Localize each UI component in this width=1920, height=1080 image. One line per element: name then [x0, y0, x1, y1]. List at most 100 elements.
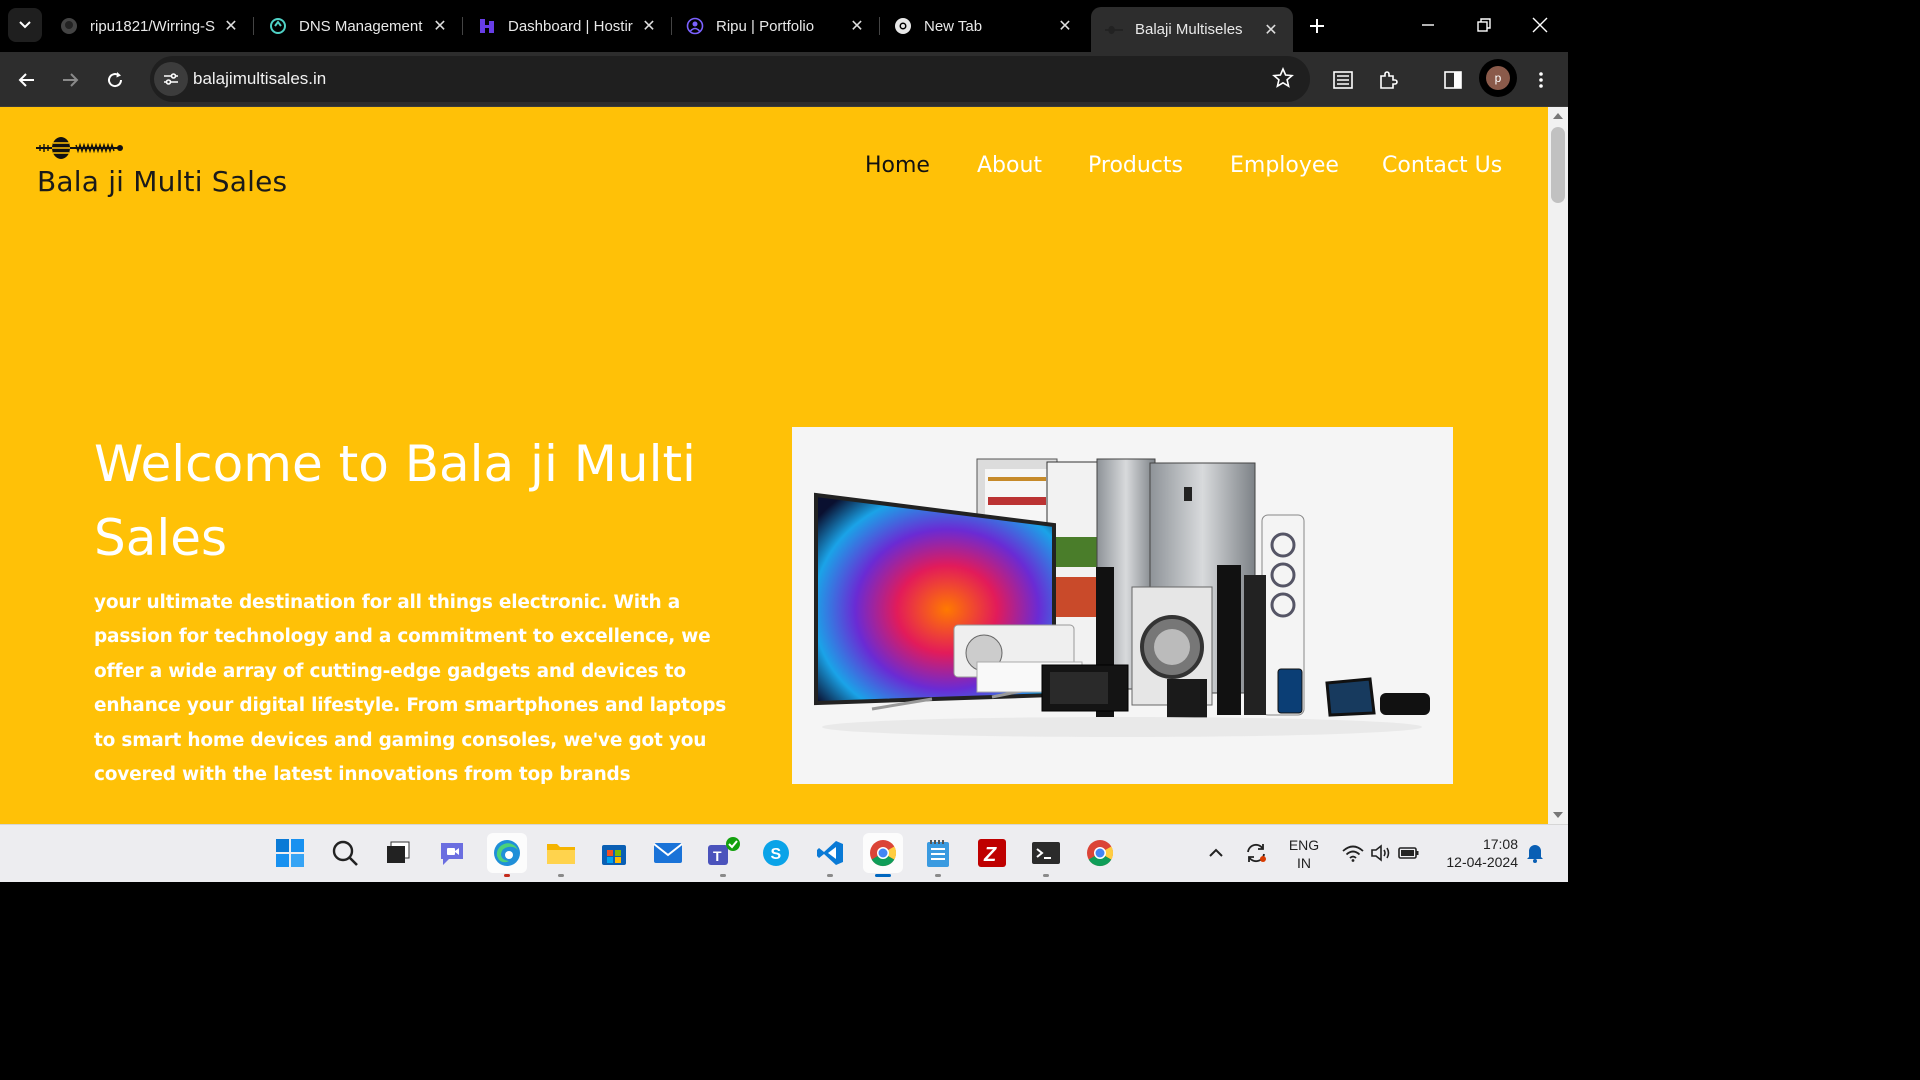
nav-products[interactable]: Products — [1088, 153, 1183, 178]
tab-new-tab[interactable]: New Tab ✕ — [880, 7, 1087, 45]
site-info-icon[interactable] — [154, 62, 188, 96]
volume-icon — [1371, 844, 1390, 862]
close-tab-icon[interactable]: ✕ — [430, 16, 450, 36]
more-vertical-icon — [1539, 72, 1543, 88]
store-icon — [602, 845, 626, 865]
taskbar-mail[interactable] — [648, 833, 688, 873]
nav-contact-us[interactable]: Contact Us — [1382, 153, 1502, 178]
github-icon — [60, 17, 78, 35]
running-indicator — [935, 874, 941, 877]
close-tab-icon[interactable]: ✕ — [1261, 20, 1281, 40]
close-tab-icon[interactable]: ✕ — [221, 16, 241, 36]
hostinger-icon — [478, 17, 496, 35]
battery-icon — [1398, 847, 1419, 859]
clock[interactable]: 17:08 12-04-2024 — [1436, 835, 1518, 871]
forward-button[interactable] — [53, 63, 87, 97]
site-logo[interactable] — [36, 134, 124, 162]
reload-icon — [108, 72, 123, 88]
extensions-button[interactable] — [1371, 63, 1405, 97]
running-indicator — [504, 874, 510, 877]
notepad-icon — [927, 840, 949, 867]
tab-github[interactable]: ripu1821/Wirring-S ✕ — [46, 7, 254, 45]
notifications-button[interactable] — [1520, 833, 1550, 873]
taskbar-search[interactable] — [325, 833, 365, 873]
tab-search-button[interactable] — [8, 8, 42, 42]
taskbar-chrome-alt[interactable] — [1080, 833, 1120, 873]
taskbar-skype[interactable]: S — [756, 833, 796, 873]
windows-start-icon — [276, 839, 304, 867]
taskbar-vscode[interactable] — [810, 833, 850, 877]
svg-text:Z: Z — [983, 844, 997, 866]
taskbar-store[interactable] — [594, 833, 634, 873]
nav-about[interactable]: About — [977, 153, 1042, 178]
back-button[interactable] — [10, 63, 44, 97]
portfolio-icon — [686, 17, 704, 35]
browser-menu-button[interactable] — [1524, 63, 1558, 97]
taskbar-notepad[interactable] — [918, 833, 958, 877]
reading-mode-button[interactable] — [1326, 63, 1360, 97]
task-view-icon — [387, 841, 410, 863]
tab-dashboard[interactable]: Dashboard | Hostir ✕ — [464, 7, 672, 45]
close-window-button[interactable] — [1512, 0, 1568, 50]
file-explorer-icon — [547, 844, 575, 864]
search-icon — [332, 840, 358, 866]
nav-home[interactable]: Home — [865, 153, 930, 178]
plus-icon — [1310, 19, 1324, 33]
scrollbar-thumb[interactable] — [1551, 127, 1565, 203]
close-tab-icon[interactable]: ✕ — [639, 16, 659, 36]
taskbar-edge[interactable] — [487, 833, 527, 877]
restore-button[interactable] — [1456, 0, 1512, 50]
taskbar-chat[interactable] — [432, 833, 472, 873]
address-bar[interactable]: balajimultisales.in — [150, 56, 1310, 102]
profile-initial: p — [1486, 66, 1510, 90]
bookmark-star-icon[interactable] — [1272, 66, 1294, 94]
scroll-down-icon[interactable] — [1553, 812, 1563, 818]
taskbar-teams[interactable]: T — [703, 833, 743, 877]
start-button[interactable] — [270, 833, 310, 873]
chat-icon — [441, 843, 463, 865]
minimize-icon — [1422, 24, 1434, 26]
taskbar-chrome[interactable] — [863, 833, 903, 877]
profile-avatar[interactable]: p — [1479, 59, 1517, 97]
tab-balaji-active[interactable]: Balaji Multiseles ✕ — [1091, 7, 1293, 52]
taskbar-file-explorer[interactable] — [541, 833, 581, 877]
tab-dns[interactable]: DNS Management ✕ — [255, 7, 463, 45]
edge-icon — [494, 840, 520, 866]
clock-date: 12-04-2024 — [1446, 854, 1518, 870]
language-indicator[interactable]: ENG IN — [1284, 836, 1324, 872]
minimize-button[interactable] — [1400, 0, 1456, 50]
browser-toolbar: balajimultisales.in p — [0, 52, 1568, 107]
side-panel-icon — [1444, 71, 1462, 89]
taskbar-filezilla[interactable]: Z — [972, 833, 1012, 873]
nav-employee[interactable]: Employee — [1230, 153, 1339, 178]
new-tab-button[interactable] — [1303, 12, 1331, 40]
tab-portfolio[interactable]: Ripu | Portfolio ✕ — [672, 7, 880, 45]
tab-title: Ripu | Portfolio — [716, 17, 815, 35]
running-indicator — [1043, 874, 1049, 877]
tab-title: New Tab — [924, 17, 983, 35]
tab-title: Balaji Multiseles — [1135, 21, 1243, 38]
hero-description: your ultimate destination for all things… — [94, 592, 727, 786]
running-indicator — [827, 874, 833, 877]
vscode-icon — [817, 841, 843, 865]
region-code: IN — [1297, 855, 1311, 871]
tray-sync[interactable] — [1238, 833, 1274, 873]
brand-name[interactable]: Bala ji Multi Sales — [37, 165, 287, 198]
close-tab-icon[interactable]: ✕ — [1055, 16, 1075, 36]
chrome-icon — [894, 17, 912, 35]
side-panel-button[interactable] — [1436, 63, 1470, 97]
task-view[interactable] — [378, 833, 418, 873]
dns-icon — [269, 17, 287, 35]
tray-quick-settings[interactable] — [1336, 833, 1426, 873]
teams-icon: T — [708, 837, 740, 865]
tray-overflow[interactable] — [1198, 833, 1234, 873]
site-icon — [1105, 21, 1123, 39]
taskbar-terminal[interactable] — [1026, 833, 1066, 877]
page-scrollbar[interactable] — [1548, 107, 1568, 824]
scroll-up-icon[interactable] — [1553, 113, 1563, 119]
svg-text:T: T — [713, 848, 722, 864]
svg-text:S: S — [771, 846, 782, 863]
close-tab-icon[interactable]: ✕ — [847, 16, 867, 36]
reload-button[interactable] — [98, 63, 132, 97]
terminal-icon — [1032, 842, 1060, 864]
